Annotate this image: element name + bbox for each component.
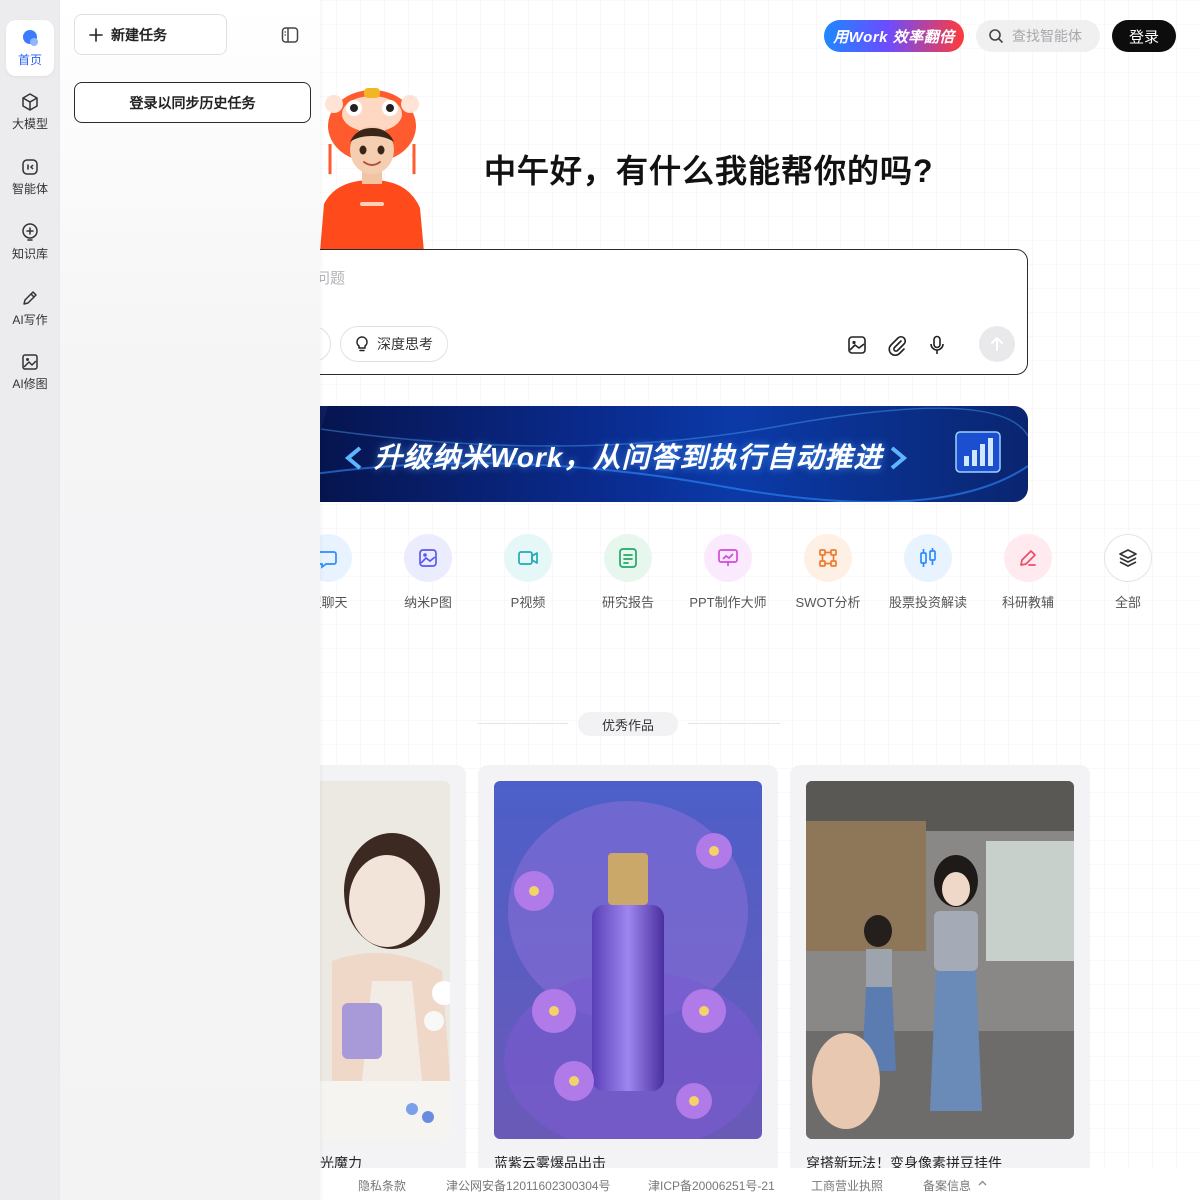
tool-label: 全部	[1114, 595, 1141, 610]
tool-label: PPT制作大师	[689, 595, 767, 610]
rail-item-home[interactable]: 首页	[6, 20, 54, 76]
chevron-up-icon[interactable]	[978, 1180, 987, 1186]
agent-search-box[interactable]	[976, 20, 1100, 52]
privacy-link[interactable]: 隐私条款	[358, 1177, 406, 1194]
rail-item-knowledge[interactable]: 知识库	[6, 214, 54, 270]
showcase-card[interactable]: 蓝紫云雾爆品出击	[478, 765, 778, 1185]
tool-item[interactable]: 股票投资解读	[878, 534, 978, 614]
divider	[688, 723, 780, 724]
filing-info-link[interactable]: 备案信息	[923, 1177, 971, 1194]
tool-icon-circle	[804, 534, 852, 582]
showcase-card[interactable]: 穿搭新玩法！变身像素拼豆挂件	[790, 765, 1090, 1185]
deep-think-toggle[interactable]: 深度思考	[340, 326, 448, 362]
paperclip-icon[interactable]	[886, 334, 908, 356]
promo-banner[interactable]: 升级纳米Work，从问答到执行自动推进	[300, 406, 1028, 502]
new-task-label: 新建任务	[111, 26, 167, 43]
tool-label: SWOT分析	[795, 595, 861, 610]
tool-label: 研究报告	[601, 595, 654, 610]
lightbulb-icon	[356, 336, 368, 352]
chat-input[interactable]	[315, 266, 955, 290]
tool-item[interactable]: P视频	[478, 534, 578, 614]
tool-icon-circle	[904, 534, 952, 582]
tool-icon-circle	[1004, 534, 1052, 582]
pen-icon	[23, 291, 37, 305]
work-promo-button[interactable]: 用Work 效率翻倍	[824, 20, 964, 52]
agent-icon	[22, 159, 38, 175]
left-rail: 首页 大模型 智能体 知识库 AI写作 AI修图	[0, 0, 60, 1200]
knowledge-icon	[22, 223, 38, 241]
tool-icon-circle	[1104, 534, 1152, 582]
rail-item-label: AI修图	[12, 377, 48, 391]
icp-link[interactable]: 津ICP备20006251号-21	[648, 1177, 775, 1194]
tool-label: 股票投资解读	[888, 595, 967, 610]
police-filing-link[interactable]: 津公网安备12011602300304号	[446, 1177, 611, 1194]
tool-item[interactable]: PPT制作大师	[678, 534, 778, 614]
promo-label: 用Work 效率翻倍	[833, 28, 955, 46]
login-button[interactable]: 登录	[1112, 20, 1176, 52]
tool-icon-circle	[604, 534, 652, 582]
image-icon	[22, 354, 38, 370]
purple-perfume-image	[494, 781, 762, 1139]
tool-label: P视频	[510, 595, 546, 610]
rail-item-ai-writing[interactable]: AI写作	[6, 280, 54, 336]
tool-item[interactable]: 全部	[1078, 534, 1178, 614]
ppt-icon	[718, 549, 738, 566]
divider	[478, 723, 568, 724]
report-icon	[619, 548, 637, 568]
pixel-charm-fashion-image	[806, 781, 1074, 1139]
search-icon	[989, 29, 1003, 43]
rail-item-ai-photo[interactable]: AI修图	[6, 344, 54, 400]
arrow-up-icon	[991, 337, 1003, 351]
new-task-button[interactable]: 新建任务	[74, 14, 227, 55]
microphone-icon[interactable]	[926, 334, 948, 356]
business-license-link[interactable]: 工商营业执照	[811, 1177, 883, 1194]
rail-item-label: 首页	[17, 53, 42, 67]
stock-icon	[920, 548, 936, 567]
rail-item-label: 智能体	[11, 182, 48, 196]
layers-icon	[1119, 549, 1137, 567]
login-sync-history-button[interactable]: 登录以同步历史任务	[74, 82, 311, 123]
task-side-panel: 新建任务 登录以同步历史任务	[60, 0, 320, 1200]
plus-icon	[89, 27, 103, 42]
video-icon	[518, 551, 538, 565]
sidebar-toggle-icon[interactable]	[280, 25, 300, 45]
home-icon	[23, 30, 38, 46]
deep-think-label: 深度思考	[377, 336, 433, 352]
tool-icon-circle	[404, 534, 452, 582]
tool-item[interactable]: 科研教辅	[978, 534, 1078, 614]
tool-icon-circle	[504, 534, 552, 582]
rail-item-label: 大模型	[11, 117, 48, 131]
rail-item-label: AI写作	[12, 313, 48, 327]
sync-label: 登录以同步历史任务	[129, 94, 256, 111]
tool-label: 科研教辅	[1001, 595, 1054, 610]
tool-item[interactable]: 研究报告	[578, 534, 678, 614]
chat-box: 深度思考	[291, 249, 1028, 375]
send-button[interactable]	[979, 326, 1015, 362]
research-icon	[1020, 550, 1036, 566]
cube-icon	[22, 93, 38, 111]
tool-item[interactable]: 纳米P图	[378, 534, 478, 614]
greeting-title: 中午好，有什么我能帮你的吗?	[484, 153, 934, 189]
banner-title: 升级纳米Work，从问答到执行自动推进	[374, 442, 883, 473]
mascot-lion-kid-image	[320, 88, 424, 252]
photo-edit-icon	[419, 549, 437, 567]
rail-item-agents[interactable]: 智能体	[6, 149, 54, 205]
rail-item-models[interactable]: 大模型	[6, 84, 54, 140]
tool-icon-circle	[704, 534, 752, 582]
showcase-title: 优秀作品	[578, 712, 678, 736]
swot-icon	[819, 549, 837, 567]
tool-label: 纳米P图	[404, 595, 452, 610]
image-upload-icon[interactable]	[846, 334, 868, 356]
rail-item-label: 知识库	[11, 247, 48, 261]
tool-item[interactable]: SWOT分析	[778, 534, 878, 614]
agent-search-input[interactable]	[1012, 28, 1098, 44]
